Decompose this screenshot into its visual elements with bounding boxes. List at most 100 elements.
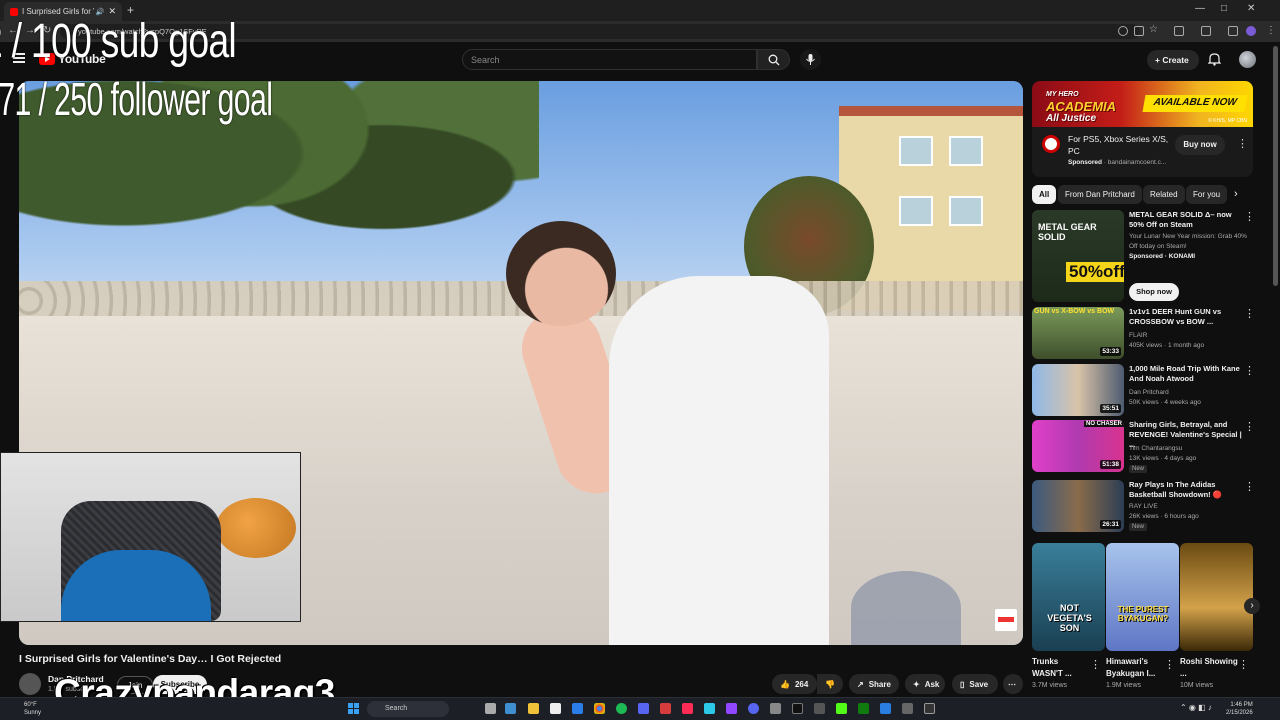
ad-card[interactable]: For PS5, Xbox Series X/S, PC Sponsored ·… bbox=[1032, 127, 1253, 177]
short-art-text: THE PUREST BYAKUGAN? bbox=[1117, 605, 1169, 623]
close-window-icon[interactable]: ✕ bbox=[1247, 3, 1255, 14]
downloads-icon[interactable] bbox=[1228, 26, 1238, 36]
save-button[interactable]: ▯ Save bbox=[952, 674, 998, 694]
sponsored-recommendation[interactable]: METAL GEAR SOLID 50%off METAL GEAR SOLID… bbox=[1032, 210, 1272, 305]
video-person-shirt bbox=[609, 276, 829, 645]
ad-sponsor-line: Sponsored · bandainamcoent.c... bbox=[1068, 159, 1167, 166]
taskbar-search[interactable]: Search bbox=[367, 701, 449, 717]
weather-temp: 60°F bbox=[24, 702, 37, 708]
subscribe-watermark-icon[interactable] bbox=[995, 609, 1017, 631]
ask-button[interactable]: ✦ Ask bbox=[905, 674, 945, 694]
cast-icon[interactable] bbox=[1134, 26, 1144, 36]
duration-badge: 26:31 bbox=[1100, 520, 1121, 529]
rec-meta: 50K views · 4 weeks ago bbox=[1129, 399, 1201, 406]
ad-copyright: © KH/S, MP CBN bbox=[1208, 118, 1247, 124]
short-title[interactable]: Roshi Showing ... bbox=[1180, 656, 1238, 680]
more-actions-button[interactable]: ⋯ bbox=[1003, 674, 1023, 694]
thumbnail-text: METAL GEAR SOLID bbox=[1038, 222, 1097, 242]
profile-icon[interactable] bbox=[1246, 26, 1256, 36]
short-menu-icon[interactable]: ⋮ bbox=[1164, 660, 1175, 671]
short-thumbnail[interactable]: NOT VEGETA'S SON bbox=[1032, 543, 1105, 651]
taskbar-app-icon[interactable] bbox=[770, 703, 781, 714]
short-thumbnail[interactable]: THE PUREST BYAKUGAN? bbox=[1106, 543, 1179, 651]
tiktok-icon[interactable] bbox=[682, 703, 693, 714]
chevron-right-icon[interactable]: › bbox=[1234, 188, 1238, 200]
taskbar-app-icon[interactable] bbox=[880, 703, 891, 714]
bookmark-star-icon[interactable]: ☆ bbox=[1149, 24, 1158, 35]
share-button[interactable]: ↗ Share bbox=[849, 674, 899, 694]
rec-menu-icon[interactable]: ⋮ bbox=[1244, 212, 1255, 223]
windows-start-icon[interactable] bbox=[348, 703, 359, 714]
shorts-next-icon[interactable]: › bbox=[1244, 598, 1260, 614]
search-input[interactable]: Search bbox=[462, 49, 757, 70]
edge-icon[interactable] bbox=[572, 703, 583, 714]
chip-for-you[interactable]: For you bbox=[1186, 185, 1228, 204]
rec-channel: RAY LIVE bbox=[1129, 503, 1158, 510]
recommendation-item[interactable]: 35:51 1,000 Mile Road Trip With Kane And… bbox=[1032, 364, 1272, 419]
shop-now-button[interactable]: Shop now bbox=[1129, 283, 1179, 301]
sidepanel-icon[interactable] bbox=[1201, 26, 1211, 36]
rec-thumbnail: NO CHASER 51:38 bbox=[1032, 420, 1124, 472]
short-menu-icon[interactable]: ⋮ bbox=[1090, 660, 1101, 671]
chip-from-channel[interactable]: From Dan Pritchard bbox=[1058, 185, 1142, 204]
spotify-icon[interactable] bbox=[616, 703, 627, 714]
short-thumbnail[interactable] bbox=[1180, 543, 1253, 651]
recommendation-item[interactable]: GUN vs X-BOW vs BOW 53:33 1v1v1 DEER Hun… bbox=[1032, 307, 1272, 362]
short-views: 10M views bbox=[1180, 682, 1214, 689]
short-title[interactable]: Trunks WASN'T ... bbox=[1032, 656, 1090, 680]
search-page-icon[interactable] bbox=[1118, 26, 1128, 36]
maximize-icon[interactable]: □ bbox=[1221, 3, 1227, 14]
rec-description: Your Lunar New Year mission: Grab 40% Of… bbox=[1129, 233, 1247, 250]
taskbar-app-icon[interactable] bbox=[902, 703, 913, 714]
xbox-icon[interactable] bbox=[858, 703, 869, 714]
voice-search-button[interactable] bbox=[800, 49, 821, 70]
rec-menu-icon[interactable]: ⋮ bbox=[1244, 422, 1255, 433]
taskbar-app-icon[interactable] bbox=[814, 703, 825, 714]
rec-menu-icon[interactable]: ⋮ bbox=[1244, 366, 1255, 377]
taskbar-app-icon[interactable] bbox=[792, 703, 803, 714]
kick-icon[interactable] bbox=[836, 703, 847, 714]
notifications-bell-icon[interactable] bbox=[1208, 52, 1221, 66]
weather-widget[interactable]: 60°F Sunny bbox=[24, 701, 41, 717]
task-view-icon[interactable] bbox=[485, 703, 496, 714]
chip-related[interactable]: Related bbox=[1143, 185, 1185, 204]
buy-now-button[interactable]: Buy now bbox=[1175, 135, 1225, 155]
short-title[interactable]: Himawari's Byakugan I... bbox=[1106, 656, 1164, 680]
discord-icon[interactable] bbox=[748, 703, 759, 714]
account-avatar[interactable] bbox=[1239, 51, 1256, 68]
minimize-icon[interactable]: — bbox=[1195, 3, 1205, 14]
rec-thumbnail: 26:31 bbox=[1032, 480, 1124, 532]
rec-menu-icon[interactable]: ⋮ bbox=[1244, 482, 1255, 493]
thumbnail-text: GUN vs X-BOW vs BOW bbox=[1034, 308, 1115, 315]
browser-menu-icon[interactable]: ⋮ bbox=[1266, 25, 1276, 36]
like-button[interactable]: 👍 264 bbox=[772, 674, 817, 694]
twitch-icon[interactable] bbox=[726, 703, 737, 714]
taskbar-app-icon[interactable] bbox=[660, 703, 671, 714]
ad-menu-icon[interactable]: ⋮ bbox=[1237, 139, 1248, 150]
house-window bbox=[899, 136, 933, 166]
dislike-button[interactable]: 👎 bbox=[817, 674, 843, 694]
create-button[interactable]: + Create bbox=[1147, 50, 1199, 70]
taskbar-app-icon[interactable] bbox=[704, 703, 715, 714]
more-icon: ⋯ bbox=[1008, 679, 1016, 689]
recommendation-item[interactable]: 26:31 Ray Plays In The Adidas Basketball… bbox=[1032, 480, 1272, 535]
chip-all[interactable]: All bbox=[1032, 185, 1057, 204]
recommendation-item[interactable]: NO CHASER 51:38 Sharing Girls, Betrayal,… bbox=[1032, 420, 1272, 475]
extensions-icon[interactable] bbox=[1174, 26, 1184, 36]
taskbar-app-icon[interactable] bbox=[924, 703, 935, 714]
file-explorer-icon[interactable] bbox=[528, 703, 539, 714]
taskbar-clock[interactable]: 1:46 PM 2/15/2026 bbox=[1226, 701, 1253, 717]
system-tray-icons[interactable]: ⌃ ◉ ◧ ♪ bbox=[1180, 703, 1212, 712]
ad-banner-image[interactable]: MY HERO ACADEMIA All Justice AVAILABLE N… bbox=[1032, 81, 1253, 127]
rec-menu-icon[interactable]: ⋮ bbox=[1244, 309, 1255, 320]
weather-condition: Sunny bbox=[24, 710, 42, 716]
search-button[interactable] bbox=[757, 49, 790, 70]
taskbar-app-icon[interactable] bbox=[505, 703, 516, 714]
share-label: Share bbox=[868, 679, 891, 689]
short-menu-icon[interactable]: ⋮ bbox=[1238, 660, 1249, 671]
taskbar-app-icon[interactable] bbox=[638, 703, 649, 714]
taskbar-app-icon[interactable] bbox=[550, 703, 561, 714]
channel-avatar[interactable] bbox=[19, 673, 41, 695]
page-scrollbar[interactable] bbox=[1273, 46, 1278, 286]
chrome-icon[interactable] bbox=[594, 703, 605, 714]
